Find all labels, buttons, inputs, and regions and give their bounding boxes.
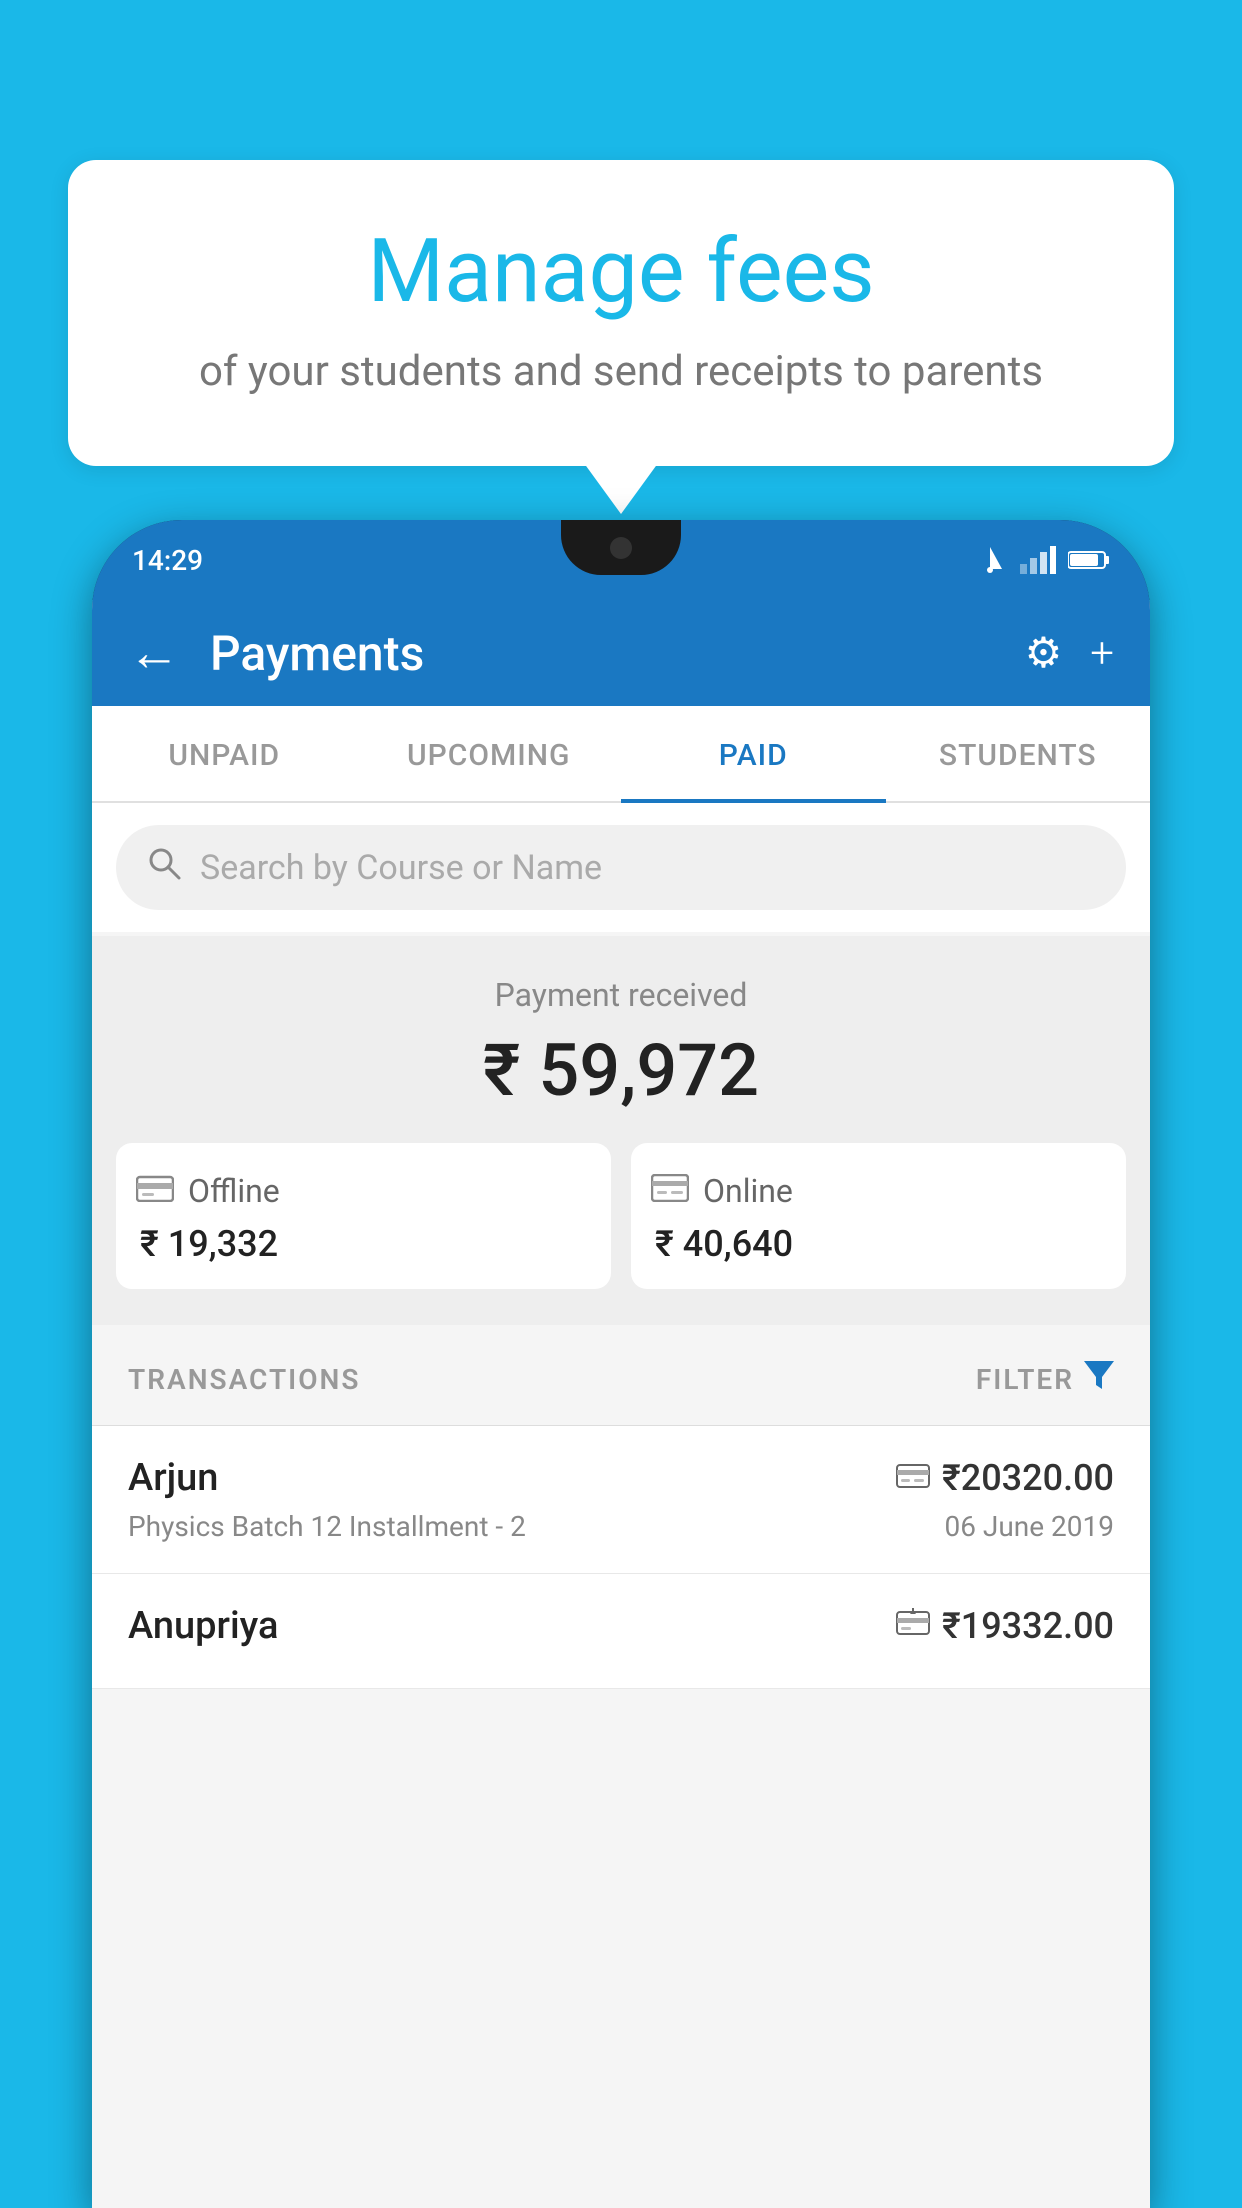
student-name: Arjun	[128, 1456, 218, 1500]
settings-icon[interactable]: ⚙	[1025, 628, 1063, 678]
back-button[interactable]: ←	[128, 627, 180, 679]
tab-unpaid[interactable]: UNPAID	[92, 706, 357, 801]
status-time: 14:29	[132, 544, 203, 577]
phone-screen: ← Payments ⚙ + UNPAID UPCOMING PAID STUD…	[92, 600, 1150, 2208]
table-row[interactable]: Arjun ₹20320.00 Physics Batch 12 Install…	[92, 1426, 1150, 1574]
online-icon	[651, 1171, 689, 1211]
add-icon[interactable]: +	[1090, 629, 1114, 678]
payment-cards: Offline ₹ 19,332	[116, 1143, 1126, 1289]
header-actions: ⚙ +	[1025, 628, 1114, 678]
wifi-icon	[972, 547, 1008, 573]
search-icon	[146, 845, 182, 890]
tab-bar: UNPAID UPCOMING PAID STUDENTS	[92, 706, 1150, 803]
transactions-header: TRANSACTIONS FILTER	[92, 1333, 1150, 1426]
bubble-subtitle: of your students and send receipts to pa…	[108, 347, 1134, 396]
amount-row: ₹20320.00	[896, 1457, 1114, 1499]
filter-label: FILTER	[976, 1363, 1074, 1396]
filter-icon	[1084, 1361, 1114, 1397]
camera	[610, 537, 632, 559]
offline-icon	[136, 1171, 174, 1211]
phone-notch	[561, 520, 681, 575]
online-amount: ₹ 40,640	[651, 1223, 1106, 1265]
amount-row: ₹19332.00	[896, 1605, 1114, 1647]
app-header: ← Payments ⚙ +	[92, 600, 1150, 706]
tab-students[interactable]: STUDENTS	[886, 706, 1151, 801]
online-payment-icon	[896, 1461, 930, 1496]
payment-summary: Payment received ₹ 59,972 Offline	[92, 936, 1150, 1325]
status-icons	[972, 546, 1110, 574]
search-container: Search by Course or Name	[92, 803, 1150, 932]
status-bar: 14:29	[92, 520, 1150, 600]
tab-paid[interactable]: PAID	[621, 706, 886, 801]
bubble-title: Manage fees	[108, 220, 1134, 323]
student-name: Anupriya	[128, 1604, 278, 1648]
online-card: Online ₹ 40,640	[631, 1143, 1126, 1289]
table-row[interactable]: Anupriya ₹19332.00	[92, 1574, 1150, 1689]
search-bar[interactable]: Search by Course or Name	[116, 825, 1126, 910]
battery-icon	[1068, 549, 1110, 571]
offline-amount: ₹ 19,332	[136, 1223, 591, 1265]
page-title: Payments	[210, 625, 995, 682]
offline-card: Offline ₹ 19,332	[116, 1143, 611, 1289]
transaction-amount: ₹20320.00	[942, 1457, 1114, 1499]
online-label: Online	[703, 1172, 793, 1210]
payment-received-label: Payment received	[116, 976, 1126, 1014]
offline-label: Offline	[188, 1172, 280, 1210]
offline-payment-icon	[896, 1608, 930, 1644]
transactions-label: TRANSACTIONS	[128, 1363, 360, 1396]
filter-row[interactable]: FILTER	[976, 1361, 1114, 1397]
phone-frame: 14:29	[92, 520, 1150, 2208]
tab-upcoming[interactable]: UPCOMING	[357, 706, 622, 801]
search-placeholder: Search by Course or Name	[200, 848, 602, 888]
transaction-amount: ₹19332.00	[942, 1605, 1114, 1647]
total-amount: ₹ 59,972	[116, 1028, 1126, 1113]
date-info: 06 June 2019	[944, 1510, 1114, 1543]
course-info: Physics Batch 12 Installment - 2	[128, 1510, 526, 1543]
signal-icon	[1020, 546, 1056, 574]
speech-bubble-card: Manage fees of your students and send re…	[68, 160, 1174, 466]
